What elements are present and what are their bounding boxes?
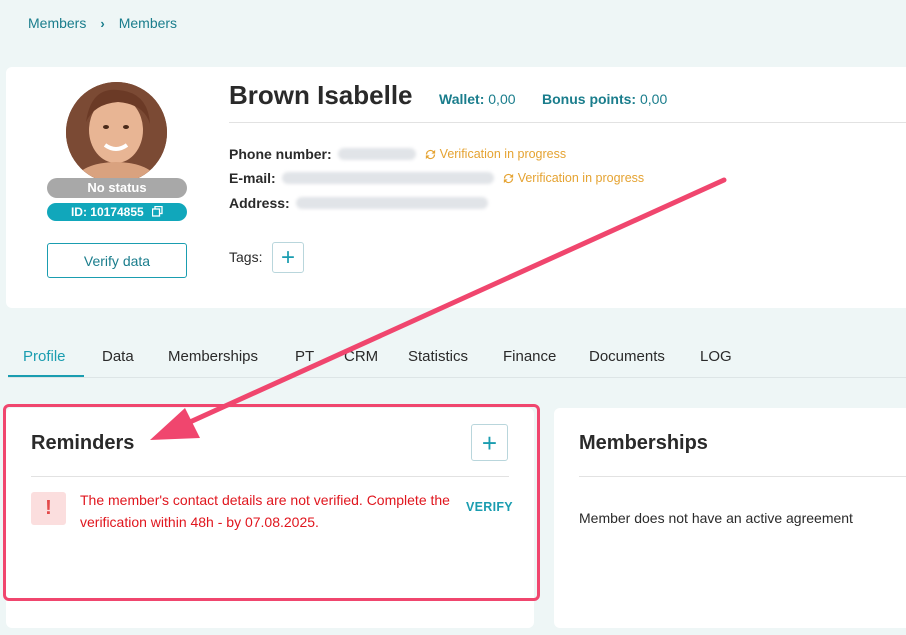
active-tab-indicator [8,375,84,377]
tab-statistics[interactable]: Statistics [408,348,468,365]
copy-icon[interactable] [151,204,163,217]
reminders-divider [31,476,509,477]
bonus-info: Bonus points: 0,00 [542,91,667,107]
chevron-right-icon: › [100,15,105,31]
memberships-empty-text: Member does not have an active agreement [579,510,853,526]
wallet-info: Wallet: 0,00 [439,91,516,107]
address-label: Address: [229,195,290,211]
email-label: E-mail: [229,170,276,186]
tab-crm[interactable]: CRM [344,348,378,365]
address-row: Address: [229,195,488,211]
reminders-title: Reminders [31,432,135,454]
tab-pt[interactable]: PT [295,348,314,365]
breadcrumb-link-members-current[interactable]: Members [119,15,177,31]
sync-icon [503,173,513,183]
tab-log[interactable]: LOG [700,348,732,365]
memberships-divider [579,476,906,477]
phone-label: Phone number: [229,146,332,162]
email-verification-text: Verification in progress [517,171,645,185]
alert-icon: ! [31,492,66,525]
plus-icon: + [280,243,295,271]
tags-label: Tags: [229,249,263,265]
avatar [66,82,167,183]
add-tag-button[interactable]: + [272,242,304,273]
tab-profile[interactable]: Profile [23,348,66,365]
sync-icon [425,149,435,159]
member-id-text: ID: 10174855 [70,205,144,219]
tab-memberships[interactable]: Memberships [168,348,258,365]
email-row: E-mail: Verification in progress [229,170,644,186]
reminder-text: The member's contact details are not ver… [80,492,450,530]
header-divider [229,122,906,123]
phone-verification-status: Verification in progress [424,147,566,161]
tab-documents[interactable]: Documents [589,348,665,365]
plus-icon: + [481,427,498,458]
email-verification-status: Verification in progress [502,171,644,185]
profile-tabs: Profile Data Memberships PT CRM Statisti… [8,336,906,378]
bonus-value: 0,00 [640,91,668,107]
member-name: Brown Isabelle [229,80,413,110]
phone-verification-text: Verification in progress [439,147,567,161]
verify-data-button[interactable]: Verify data [47,243,187,278]
memberships-title: Memberships [579,432,708,454]
breadcrumb-link-members[interactable]: Members [28,15,86,31]
add-reminder-button[interactable]: + [471,424,508,461]
member-id-badge[interactable]: ID: 10174855 [47,203,187,221]
status-badge: No status [47,178,187,198]
tab-finance[interactable]: Finance [503,348,556,365]
address-value-redacted [295,197,488,209]
phone-row: Phone number: Verification in progress [229,146,566,162]
tab-data[interactable]: Data [102,348,134,365]
breadcrumb: Members › Members [28,15,177,31]
wallet-label: Wallet: [439,91,485,107]
phone-value-redacted [337,148,416,160]
bonus-label: Bonus points: [542,91,637,107]
verify-link[interactable]: VERIFY [466,500,513,514]
email-value-redacted [281,172,494,184]
wallet-value: 0,00 [488,91,516,107]
